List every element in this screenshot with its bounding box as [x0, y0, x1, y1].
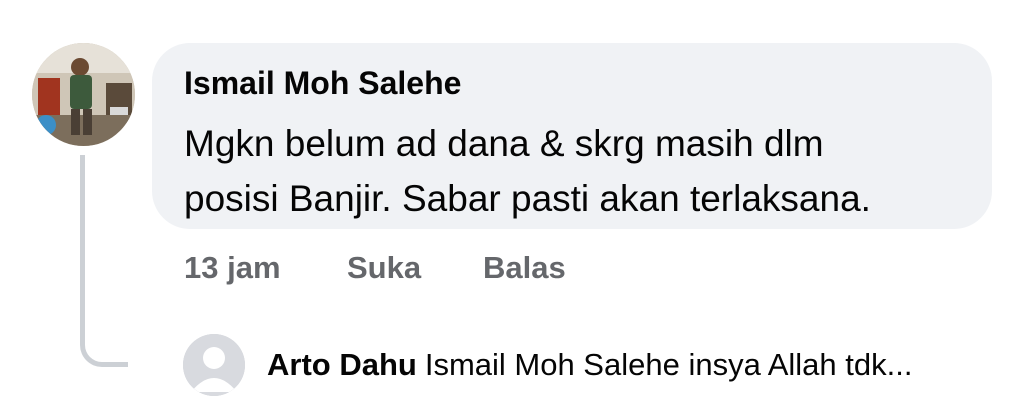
thread-connector-line	[80, 155, 128, 367]
reply-snippet: Ismail Moh Salehe insya Allah tdk...	[424, 347, 913, 382]
comment-bubble[interactable]: Ismail Moh Salehe Mgkn belum ad dana & s…	[152, 43, 992, 229]
default-user-avatar-icon	[183, 334, 245, 396]
comment-timestamp[interactable]: 13 jam	[184, 250, 281, 286]
reply-avatar[interactable]	[183, 334, 245, 396]
user-photo-avatar-icon	[32, 43, 135, 146]
like-button[interactable]: Suka	[347, 250, 421, 286]
reply-author-name[interactable]: Arto Dahu	[267, 347, 417, 382]
comment-text-line-1: Mgkn belum ad dana & skrg masih dlm	[184, 123, 824, 164]
comment-text-line-2: posisi Banjir. Sabar pasti akan terlaksa…	[184, 178, 871, 219]
comment-text: Mgkn belum ad dana & skrg masih dlm posi…	[184, 116, 974, 226]
reply-preview[interactable]: Arto Dahu Ismail Moh Salehe insya Allah t…	[267, 347, 912, 383]
commenter-avatar[interactable]	[32, 43, 135, 146]
reply-button[interactable]: Balas	[483, 250, 566, 286]
comment-author-name[interactable]: Ismail Moh Salehe	[184, 65, 461, 102]
